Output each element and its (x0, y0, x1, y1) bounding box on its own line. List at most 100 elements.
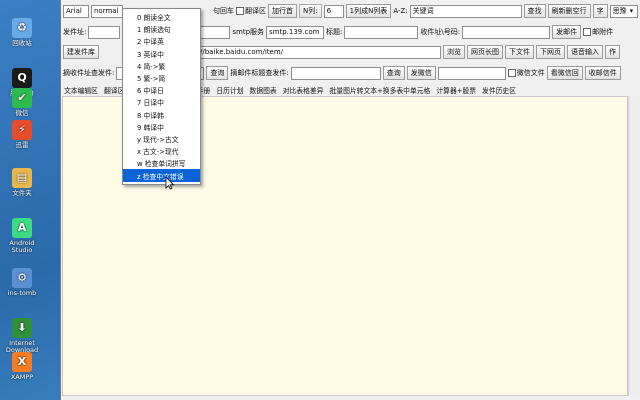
font-family-select[interactable]: 思豫 ▾ (609, 4, 638, 18)
desktop-icon-label: 微信 (15, 109, 29, 117)
font-family-value: 思豫 (612, 7, 627, 15)
tab-item[interactable]: 日历计划 (216, 85, 243, 95)
translate-check-label: 翻译区 (245, 7, 266, 15)
menu-item[interactable]: 4 简->繁 (123, 60, 200, 72)
menu-item[interactable]: y 现代->古文 (123, 133, 200, 145)
add-row-button[interactable]: 加行首 (268, 4, 297, 18)
menu-item[interactable]: 3 英译中 (123, 48, 200, 60)
installer-icon: ⚙ (12, 268, 32, 288)
desktop-icon-label: Android Studio (9, 239, 35, 255)
checkbox-box (507, 69, 516, 77)
desktop-icon[interactable]: ⚙ ins-tomb (2, 268, 42, 297)
query-button-2[interactable]: 查询 (382, 66, 405, 80)
send-wechat-button[interactable]: 发微信 (406, 66, 436, 80)
desktop-icon-label: 回收站 (12, 39, 32, 47)
tab-item[interactable]: 数据图表 (250, 85, 277, 95)
receiver-input[interactable] (462, 25, 551, 39)
folder-icon: ▤ (12, 168, 32, 188)
next-file-button[interactable]: 下文件 (505, 45, 534, 59)
menu-item[interactable]: 6 中译日 (123, 84, 200, 96)
n-label: N列: (299, 4, 322, 18)
mail-attach-label: 邮附件 (592, 28, 614, 36)
style-select[interactable]: normal▾ (91, 4, 125, 18)
menu-item[interactable]: x 古文->现代 (123, 145, 200, 157)
desktop-icon[interactable]: X XAMPP (2, 352, 42, 381)
refresh-delete-blank-button[interactable]: 刷新删空行 (547, 4, 591, 18)
chevron-down-icon: ▾ (629, 7, 634, 15)
smtp-input[interactable]: smtp.139.com (266, 25, 325, 39)
style-value: normal (94, 7, 119, 15)
menu-item[interactable]: 8 中译韩 (123, 109, 200, 121)
sender-label: 发件址: (63, 28, 87, 36)
send-mail-button[interactable]: 发邮件 (552, 25, 582, 39)
menu-item[interactable]: 5 繁->简 (123, 72, 200, 84)
next-page-button[interactable]: 下网页 (536, 45, 565, 59)
thunder-icon: ⚡ (12, 120, 32, 140)
desktop-icon-label: 迅雷 (15, 141, 29, 149)
vertical-scrollbar[interactable] (628, 96, 640, 396)
desktop-icon-label: 文件夹 (12, 189, 32, 197)
receiver-find-label: 摘收件址查发件: (63, 69, 115, 77)
query-button-1[interactable]: 查询 (206, 66, 229, 80)
mail-attach-checkbox[interactable]: 邮附件 (583, 27, 613, 37)
desktop-icon[interactable]: ⚡ 迅雷 (2, 120, 42, 149)
translate-checkbox[interactable]: 翻译区 (236, 6, 266, 16)
title-input[interactable] (344, 25, 419, 39)
one-col-to-n-button[interactable]: 1列成N列表 (345, 4, 392, 18)
tab-item[interactable]: 计算器+股票 (436, 85, 476, 95)
menu-item[interactable]: w 检查单词拼写 (123, 157, 200, 169)
menu-item[interactable]: 7 日译中 (123, 96, 200, 108)
mouse-cursor-icon (165, 176, 175, 190)
char-button[interactable]: 字 (592, 4, 608, 18)
create-sender-lib-button[interactable]: 建发件库 (63, 45, 99, 59)
checkbox-box (583, 28, 592, 36)
wechat-icon: ✔ (12, 88, 32, 108)
url-input[interactable]: s://baike.baidu.com/item/ (191, 45, 441, 59)
recycle-bin-icon: ♻ (12, 18, 32, 38)
mail-title-find-label: 摘邮件标题查发件: (230, 69, 289, 77)
tab-item[interactable]: 文本编辑区 (64, 85, 98, 95)
wechat-file-checkbox[interactable]: 微信文件 (507, 68, 545, 78)
xampp-icon: X (12, 352, 32, 372)
voice-input-button[interactable]: 语音输入 (567, 45, 603, 59)
receiver-label: 收件址\号码: (420, 28, 461, 36)
qq-icon: Q (12, 68, 32, 88)
long-screenshot-button[interactable]: 网页长图 (467, 45, 503, 59)
return-label: 句回车 (213, 7, 234, 15)
desktop-icon[interactable]: ⬇ Internet Download (2, 318, 42, 355)
az-label: A-Z: (393, 7, 408, 15)
receive-mail-button[interactable]: 收邮信件 (584, 66, 621, 80)
mail-title-find-input[interactable] (290, 66, 381, 80)
font-select[interactable]: Arial (63, 4, 89, 18)
font-value: Arial (66, 7, 82, 15)
n-value-input[interactable]: 6 (323, 4, 344, 18)
view-wechat-reply-button[interactable]: 看微信回 (546, 66, 583, 80)
tab-item[interactable]: 对比表格差异 (283, 85, 324, 95)
checkbox-box (236, 7, 244, 15)
menu-item[interactable]: z 检查中文错误 (123, 169, 200, 182)
menu-item[interactable]: 9 韩译中 (123, 121, 200, 133)
smtp-label: smtp服务 (232, 28, 265, 36)
idm-icon: ⬇ (12, 318, 32, 338)
dropdown-menu: 0 朗读全文 1 朗读选句 2 中译英 3 英译中 4 简->繁 5 繁->简 6 中译日 7… (122, 8, 201, 185)
desktop-icon-label: XAMPP (10, 373, 34, 381)
sender-input[interactable] (88, 25, 121, 39)
wechat-file-label: 微信文件 (516, 69, 545, 77)
desktop-icon[interactable]: ✔ 微信 (2, 88, 42, 117)
sender-input-tail[interactable] (198, 25, 231, 39)
tab-item[interactable]: 批量图片转文本+换多表中单元格 (330, 85, 431, 95)
keyword-input[interactable]: 关键词 (409, 4, 522, 18)
desktop-icon[interactable]: A Android Studio (2, 218, 42, 255)
menu-item[interactable]: 1 朗读选句 (123, 23, 200, 35)
browse-button[interactable]: 浏览 (443, 45, 465, 59)
find-button[interactable]: 查找 (523, 4, 546, 18)
title-label: 标题: (326, 28, 343, 36)
work-button[interactable]: 作 (605, 45, 620, 59)
menu-item[interactable]: 0 朗读全文 (123, 11, 200, 23)
wechat-input[interactable] (437, 66, 506, 80)
desktop-icon[interactable]: ▤ 文件夹 (2, 168, 42, 197)
desktop-icon[interactable]: ♻ 回收站 (2, 18, 42, 47)
android-studio-icon: A (12, 218, 32, 238)
tab-item[interactable]: 发件历史区 (482, 85, 516, 95)
menu-item[interactable]: 2 中译英 (123, 35, 200, 47)
